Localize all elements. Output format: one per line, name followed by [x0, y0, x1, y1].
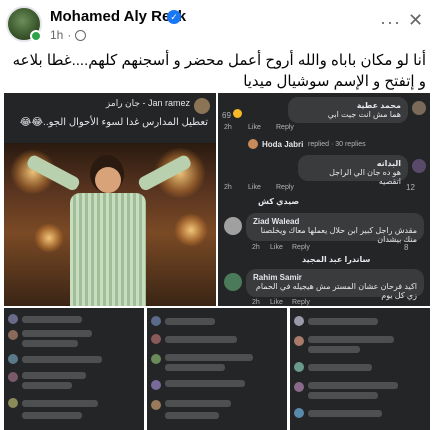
comment-bubble: Rahim Samir اكيد فرحان عشان المستر مش هي…: [246, 269, 424, 300]
comment-text: [22, 356, 102, 363]
image-tile-comments-small[interactable]: [147, 308, 287, 430]
comment-time: 2h: [252, 299, 260, 306]
comment-text: مقدش راجل كبير ابن حلال يعملها معاك ويخل…: [260, 226, 417, 244]
replier-name[interactable]: Hoda Jabri: [262, 140, 303, 149]
commenter-avatar: [294, 408, 304, 418]
commenter-avatar: [8, 314, 18, 324]
post-caption: أنا لو مكان باباه والله أروح أعمل محضر و…: [12, 52, 426, 90]
image-tile-comments[interactable]: محمد عطية هما مش انت جيت ابي 2h Like Rep…: [218, 93, 430, 306]
comment-text: اكيد فرحان عشان المستر مش هيجيله في الحم…: [255, 282, 417, 300]
comment-text: [308, 318, 378, 325]
like-link[interactable]: Like: [248, 124, 261, 131]
like-link[interactable]: Like: [248, 184, 261, 191]
comment-text: [22, 340, 78, 347]
child-body: [70, 193, 146, 306]
comment-author: محمد عطية: [356, 101, 401, 110]
comment-text: [308, 336, 394, 343]
commenter-avatar: [151, 400, 161, 410]
comment-bubble: Ziad Walead مقدش راجل كبير ابن حلال يعمل…: [246, 213, 424, 244]
embedded-avatar: [194, 98, 210, 114]
online-badge: [30, 30, 42, 42]
replier-name[interactable]: صيدي كش: [258, 197, 299, 206]
stage-light: [174, 213, 208, 247]
reply-link[interactable]: Reply: [292, 299, 310, 306]
commenter-avatar: [294, 316, 304, 326]
embedded-post-header: Jan ramez - جان رامز تعطيل المدارس غدا ل…: [4, 93, 216, 143]
embedded-poster-name: Jan ramez - جان رامز: [105, 98, 190, 108]
like-link[interactable]: Like: [270, 244, 283, 251]
commenter-avatar: [8, 372, 18, 382]
reply-link[interactable]: Reply: [276, 184, 294, 191]
reaction-count: 8: [404, 243, 409, 252]
image-tile-main[interactable]: Jan ramez - جان رامز تعطيل المدارس غدا ل…: [4, 93, 216, 306]
commenter-avatar: [8, 398, 18, 408]
comment-time: 2h: [224, 184, 232, 191]
comment-text: [165, 400, 231, 407]
child-face: [95, 167, 121, 193]
commenter-avatar: [151, 380, 161, 390]
comment-text: [22, 372, 86, 379]
commenter-avatar: [8, 354, 18, 364]
comment-text: [308, 410, 382, 417]
replier-avatar: [248, 139, 258, 149]
comment-bubble: محمد عطية هما مش انت جيت ابي: [288, 97, 408, 123]
comment-author: Rahim Samir: [253, 273, 302, 282]
comment-text: هما مش انت جيت ابي: [327, 110, 401, 119]
comment-text: [22, 382, 72, 389]
haha-reaction-icon: [233, 109, 243, 118]
comment-text: [22, 400, 98, 407]
embedded-photo: [4, 143, 216, 306]
comment-text: [22, 316, 82, 323]
replier-name[interactable]: ساندرا عبد المجيد: [302, 255, 370, 264]
commenter-avatar: [224, 273, 242, 291]
image-tile-comments-small[interactable]: [290, 308, 430, 430]
comment-text: [308, 346, 360, 353]
comment-text: [308, 392, 378, 399]
like-link[interactable]: Like: [270, 299, 283, 306]
meta-separator: ·: [67, 28, 72, 42]
comment-author: البدانه: [376, 159, 401, 168]
commenter-avatar: [151, 316, 161, 326]
comment-time: 2h: [224, 124, 232, 131]
commenter-avatar: [294, 362, 304, 372]
author-name[interactable]: Mohamed Aly Rezk: [50, 8, 186, 25]
comment-author: Ziad Walead: [253, 217, 300, 226]
comment-text: هو ده جان الي الراجل اتقصيه: [329, 168, 401, 186]
comment-text: [165, 336, 237, 343]
comment-text: [308, 364, 372, 371]
commenter-avatar: [294, 336, 304, 346]
close-icon[interactable]: ✕: [408, 10, 423, 31]
reply-link[interactable]: Reply: [276, 124, 294, 131]
comment-time: 2h: [252, 244, 260, 251]
comment-text: [165, 412, 219, 419]
comment-text: [165, 354, 253, 361]
stage-light: [34, 223, 64, 253]
image-tile-comments-small[interactable]: [4, 308, 144, 430]
reaction-count-value: 69: [222, 111, 231, 120]
comment-text: [308, 382, 398, 389]
comment-text: [22, 330, 92, 337]
comment-bubble: البدانه هو ده جان الي الراجل اتقصيه: [298, 155, 408, 186]
reply-link[interactable]: Reply: [292, 244, 310, 251]
comment-text: [165, 318, 215, 325]
verified-badge-icon: ✓: [167, 10, 181, 24]
commenter-avatar: [151, 334, 161, 344]
reaction-count: 12: [406, 183, 415, 192]
replies-link[interactable]: replied · 30 replies: [308, 141, 366, 148]
commenter-avatar: [412, 101, 426, 115]
reaction-count: 69: [222, 109, 243, 120]
embedded-post-text: تعطيل المدارس غدا لسوء الأحوال الجو..😂😂: [19, 117, 208, 128]
post-meta: 1h ·: [50, 28, 87, 42]
comment-text: [165, 380, 245, 387]
commenter-avatar: [412, 159, 426, 173]
commenter-avatar: [294, 382, 304, 392]
commenter-avatar: [224, 217, 242, 235]
commenter-avatar: [151, 354, 161, 364]
commenter-avatar: [8, 330, 18, 340]
globe-icon: [75, 29, 87, 41]
comment-text: [165, 364, 225, 371]
comment-text: [22, 412, 82, 419]
more-options-icon[interactable]: ···: [380, 12, 401, 33]
post-time[interactable]: 1h: [50, 28, 63, 42]
